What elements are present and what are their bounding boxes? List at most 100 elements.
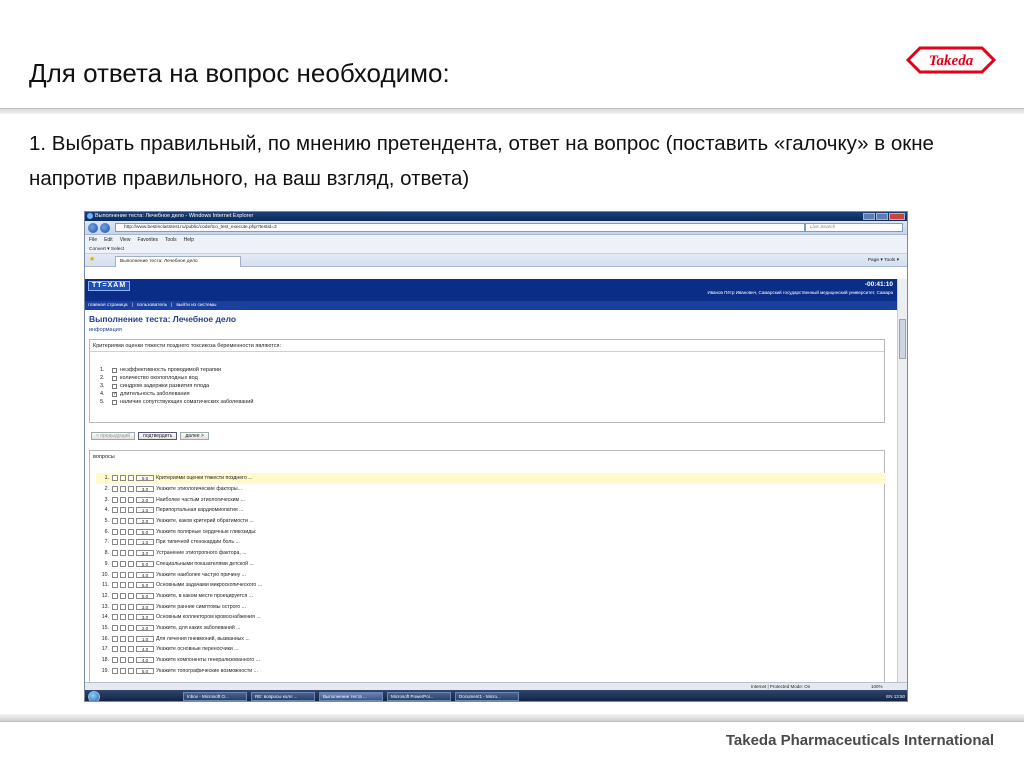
site-logo[interactable]: TT=XAM (88, 281, 131, 291)
taskbar-item[interactable]: Inbox - Microsoft O... (183, 692, 247, 701)
back-icon[interactable] (88, 223, 98, 233)
question-row[interactable]: 19. 5.0 Укажите топографические возможност… (96, 665, 886, 676)
question-flag-icon[interactable] (120, 624, 126, 631)
question-row[interactable]: 18. 4.0 Укажите компоненты генерализованно… (96, 655, 886, 666)
question-flag-icon[interactable] (120, 528, 126, 535)
question-mark-icon[interactable] (128, 571, 134, 578)
menu-help[interactable]: Help (184, 235, 194, 245)
answer-checkbox[interactable] (112, 399, 117, 405)
question-link[interactable]: Критериями оценки тяжести позднего ... (156, 475, 253, 481)
question-row[interactable]: 4. 1.0 Перипортальная кардиомиопатия ... (96, 505, 886, 516)
question-flag-icon[interactable] (120, 539, 126, 546)
confirm-button[interactable]: подтвердить (138, 432, 178, 440)
minimize-icon[interactable] (863, 213, 875, 220)
question-flag-icon[interactable] (120, 657, 126, 664)
question-row[interactable]: 17. 4.0 Укажите основные переносчики ... (96, 644, 886, 655)
menu-view[interactable]: View (120, 235, 131, 245)
question-link[interactable]: Укажите этиологические факторы... (156, 486, 242, 492)
question-row[interactable]: 11. 5.0 Основными задачами микроскопическо… (96, 580, 886, 591)
convert-bar[interactable]: Convert ▾ Select (85, 245, 907, 254)
question-mark-icon[interactable] (128, 550, 134, 557)
answer-checkbox-checked[interactable] (112, 390, 117, 398)
question-link[interactable]: Укажите, для каких заболеваний ... (156, 625, 240, 631)
question-link[interactable]: Наиболее частым этиологическим ... (156, 497, 245, 503)
question-flag-icon[interactable] (120, 518, 126, 525)
question-mark-icon[interactable] (128, 592, 134, 599)
menu-file[interactable]: File (89, 235, 97, 245)
question-link[interactable]: Укажите топографические возможности ... (156, 668, 258, 674)
question-flag-icon[interactable] (120, 582, 126, 589)
question-link[interactable]: Специальными показателями детской ... (156, 561, 254, 567)
question-row[interactable]: 15. 2.0 Укажите, для каких заболеваний ... (96, 623, 886, 634)
question-mark-icon[interactable] (128, 635, 134, 642)
answer-option[interactable]: 1. неэффективность проводимой терапии (100, 366, 884, 374)
answer-checkbox[interactable] (112, 383, 117, 389)
question-mark-icon[interactable] (128, 582, 134, 589)
question-flag-icon[interactable] (120, 646, 126, 653)
question-row[interactable]: 13. 3.0 Укажите ранние симптомы острого ..… (96, 601, 886, 612)
question-mark-icon[interactable] (128, 560, 134, 567)
question-mark-icon[interactable] (128, 657, 134, 664)
question-row[interactable]: 7. 1.0 При типичной стенокардии боль ... (96, 537, 886, 548)
prev-button[interactable]: < предыдущий (91, 432, 136, 440)
question-link[interactable]: Основными задачами микроскопического ... (156, 582, 262, 588)
question-flag-icon[interactable] (120, 560, 126, 567)
question-link[interactable]: Укажите, в каком месте проецируется ... (156, 593, 253, 599)
question-mark-icon[interactable] (128, 507, 134, 514)
question-mark-icon[interactable] (128, 646, 134, 653)
address-input[interactable]: http://www.bestinclasstest.ru/public/cod… (115, 223, 805, 232)
page-scrollbar[interactable] (897, 279, 907, 682)
question-mark-icon[interactable] (128, 486, 134, 493)
question-link[interactable]: При типичной стенокардии боль ... (156, 539, 240, 545)
taskbar-item[interactable]: Document1 - Micro... (455, 692, 519, 701)
question-flag-icon[interactable] (120, 486, 126, 493)
answer-option[interactable]: 3. синдром задержки развития плода (100, 382, 884, 390)
menu-edit[interactable]: Edit (104, 235, 113, 245)
question-row[interactable]: 16. 1.0 Для лечения пневмоний, вызванных .… (96, 633, 886, 644)
answer-option[interactable]: 2. количество околоплодных вод (100, 374, 884, 382)
question-link[interactable]: Укажите компоненты генерализованного ... (156, 657, 260, 663)
question-flag-icon[interactable] (120, 507, 126, 514)
question-link[interactable]: Основным коллектором кровоснабжения ... (156, 614, 261, 620)
nav-user[interactable]: пользователь (137, 301, 167, 310)
answer-option[interactable]: 5. наличие сопутствующих соматических заб… (100, 398, 884, 406)
question-row[interactable]: 10. 4.0 Укажите наиболее частую причину ..… (96, 569, 886, 580)
question-flag-icon[interactable] (120, 496, 126, 503)
taskbar-item[interactable]: RE: вопросы колл ... (251, 692, 315, 701)
taskbar-item[interactable]: Microsoft PowerPoi... (387, 692, 451, 701)
taskbar-item-active[interactable]: Выполнение теста ... (319, 692, 383, 701)
question-link[interactable]: Для лечения пневмоний, вызванных ... (156, 636, 250, 642)
question-mark-icon[interactable] (128, 528, 134, 535)
question-flag-icon[interactable] (120, 614, 126, 621)
question-link[interactable]: Укажите ранние симптомы острого ... (156, 604, 246, 610)
start-button-icon[interactable] (88, 691, 100, 701)
question-flag-icon[interactable] (120, 667, 126, 674)
question-row[interactable]: 9. 5.0 Специальными показателями детской .… (96, 559, 886, 570)
question-row[interactable]: 12. 5.0 Укажите, в каком месте проецируетс… (96, 591, 886, 602)
zoom-level[interactable]: 100% (871, 683, 883, 690)
question-row[interactable]: 14. 3.0 Основным коллектором кровоснабжени… (96, 612, 886, 623)
command-bar[interactable]: Page ▾ Tools ▾ (868, 256, 899, 265)
question-row[interactable]: 3. 2.0 Наиболее частым этиологическим ... (96, 494, 886, 505)
maximize-icon[interactable] (876, 213, 888, 220)
question-mark-icon[interactable] (128, 624, 134, 631)
nav-home[interactable]: главная страница (88, 301, 128, 310)
question-link[interactable]: Укажите основные переносчики ... (156, 646, 239, 652)
question-mark-icon[interactable] (128, 475, 134, 482)
menu-tools[interactable]: Tools (165, 235, 177, 245)
question-row[interactable]: 6. 5.0 Укажите полярные сердечные гликозид… (96, 526, 886, 537)
question-link[interactable]: Устранение этиотропного фактора, ... (156, 550, 247, 556)
question-flag-icon[interactable] (120, 603, 126, 610)
question-mark-icon[interactable] (128, 603, 134, 610)
question-link[interactable]: Укажите наиболее частую причину ... (156, 572, 246, 578)
forward-icon[interactable] (100, 223, 110, 233)
question-row[interactable]: 2. 3.0 Укажите этиологические факторы... (96, 484, 886, 495)
search-input[interactable]: Live Search (805, 223, 903, 232)
question-row[interactable]: 5. 2.0 Укажите, каков критерий обратимости… (96, 516, 886, 527)
question-flag-icon[interactable] (120, 571, 126, 578)
question-mark-icon[interactable] (128, 518, 134, 525)
answer-option[interactable]: 4.длительность заболевания (100, 390, 884, 398)
close-icon[interactable] (889, 213, 905, 220)
question-mark-icon[interactable] (128, 667, 134, 674)
info-link[interactable]: информация (85, 324, 899, 333)
